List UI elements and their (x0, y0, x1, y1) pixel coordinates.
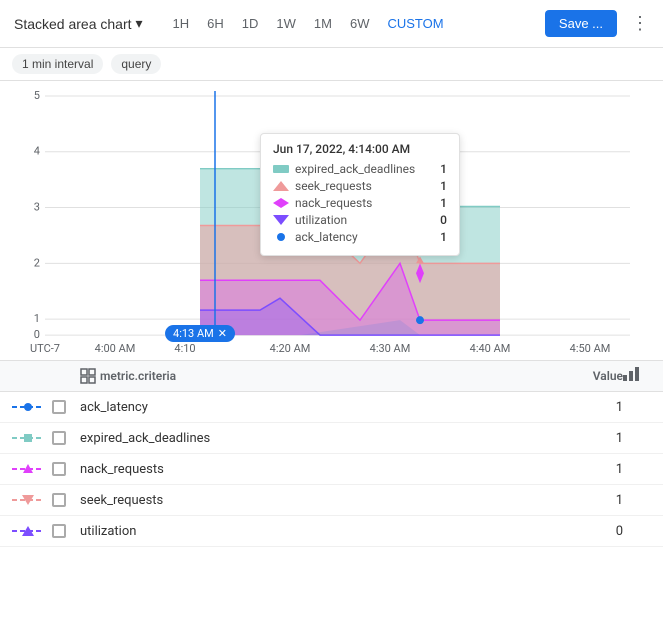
row-checkbox-ack-latency[interactable] (52, 400, 80, 414)
chart-title: Stacked area chart (14, 16, 132, 32)
tooltip-label-expired: expired_ack_deadlines (295, 162, 434, 176)
row-icon-expired (12, 430, 52, 446)
tooltip-row-3: utilization 0 (273, 213, 447, 227)
metrics-table: ack_latency 1 expired_ack_deadlines 1 (0, 392, 663, 547)
tooltip-label-utilization: utilization (295, 213, 434, 227)
crosshair-time-label: 4:13 AM (173, 327, 214, 340)
checkbox-outline (52, 524, 66, 538)
row-checkbox-nack[interactable] (52, 462, 80, 476)
tooltip-row-0: expired_ack_deadlines 1 (273, 162, 447, 176)
time-btn-1d[interactable]: 1D (234, 12, 267, 35)
interval-pill[interactable]: 1 min interval (12, 54, 103, 74)
close-crosshair-icon[interactable]: ✕ (218, 327, 227, 340)
row-value-expired: 1 (563, 431, 623, 446)
time-btn-6h[interactable]: 6H (199, 12, 232, 35)
table-row[interactable]: nack_requests 1 (0, 454, 663, 485)
nack-legend-icon (12, 461, 44, 477)
svg-text:4:20 AM: 4:20 AM (270, 342, 311, 355)
more-options-button[interactable]: ⋮ (625, 9, 655, 38)
checkbox-outline (52, 462, 66, 476)
row-value-seek: 1 (563, 493, 623, 508)
table-row[interactable]: seek_requests 1 (0, 485, 663, 516)
header: Stacked area chart ▾ 1H 6H 1D 1W 1M 6W C… (0, 0, 663, 48)
crosshair-time-badge: 4:13 AM ✕ (165, 325, 235, 342)
table-row[interactable]: expired_ack_deadlines 1 (0, 423, 663, 454)
chart-area[interactable]: 5 4 3 2 1 0 UTC-7 4:00 A (0, 81, 663, 361)
checkbox-outline (52, 400, 66, 414)
row-name-ack-latency: ack_latency (80, 400, 563, 415)
svg-text:UTC-7: UTC-7 (30, 342, 60, 355)
svg-text:0: 0 (34, 328, 40, 341)
tooltip-icon-ack (273, 232, 289, 242)
svg-text:2: 2 (34, 256, 40, 269)
svg-text:3: 3 (34, 201, 40, 214)
row-icon-ack-latency (12, 399, 52, 415)
dropdown-arrow-icon: ▾ (136, 15, 143, 32)
save-button[interactable]: Save ... (545, 10, 617, 37)
tooltip-icon-expired (273, 164, 289, 174)
tooltip-title: Jun 17, 2022, 4:14:00 AM (273, 142, 447, 156)
table-col-metric-header: metric.criteria (80, 368, 563, 384)
row-checkbox-seek[interactable] (52, 493, 80, 507)
tooltip-label-nack: nack_requests (295, 196, 434, 210)
tooltip-row-1: seek_requests 1 (273, 179, 447, 193)
row-name-nack: nack_requests (80, 462, 563, 477)
row-icon-nack (12, 461, 52, 477)
table-col-value-header: Value (563, 369, 623, 383)
checkbox-outline (52, 493, 66, 507)
tooltip-row-4: ack_latency 1 (273, 230, 447, 244)
svg-text:4:00 AM: 4:00 AM (95, 342, 136, 355)
table-header: metric.criteria Value (0, 361, 663, 392)
tooltip-val-nack: 1 (440, 196, 447, 210)
subheader: 1 min interval query (0, 48, 663, 81)
row-value-utilization: 0 (563, 524, 623, 539)
query-pill[interactable]: query (111, 54, 161, 74)
svg-text:4: 4 (34, 145, 40, 158)
tooltip-label-ack: ack_latency (295, 230, 434, 244)
tooltip-label-seek: seek_requests (295, 179, 434, 193)
time-btn-1m[interactable]: 1M (306, 12, 340, 35)
expired-legend-icon (12, 430, 44, 446)
utilization-legend-icon (12, 523, 44, 539)
time-range-buttons: 1H 6H 1D 1W 1M 6W CUSTOM (165, 12, 452, 35)
row-checkbox-utilization[interactable] (52, 524, 80, 538)
ack-latency-legend-icon (12, 399, 44, 415)
time-btn-1h[interactable]: 1H (165, 12, 198, 35)
checkbox-outline (52, 431, 66, 445)
time-btn-6w[interactable]: 6W (342, 12, 378, 35)
chart-type-dropdown[interactable]: Stacked area chart ▾ (8, 11, 149, 36)
svg-text:4:50 AM: 4:50 AM (570, 342, 611, 355)
row-checkbox-expired[interactable] (52, 431, 80, 445)
row-value-ack-latency: 1 (563, 400, 623, 415)
tooltip-val-expired: 1 (440, 162, 447, 176)
row-name-seek: seek_requests (80, 493, 563, 508)
seek-legend-icon (12, 492, 44, 508)
svg-text:4:30 AM: 4:30 AM (370, 342, 411, 355)
svg-text:5: 5 (34, 89, 40, 102)
bars-icon (623, 367, 641, 381)
tooltip-icon-nack (273, 198, 289, 208)
tooltip-icon-seek (273, 181, 289, 191)
table-row[interactable]: ack_latency 1 (0, 392, 663, 423)
tooltip-val-utilization: 0 (440, 213, 447, 227)
tooltip-val-seek: 1 (440, 179, 447, 193)
time-btn-1w[interactable]: 1W (268, 12, 304, 35)
time-btn-custom[interactable]: CUSTOM (379, 12, 451, 35)
row-value-nack: 1 (563, 462, 623, 477)
row-name-expired: expired_ack_deadlines (80, 431, 563, 446)
row-icon-utilization (12, 523, 52, 539)
row-icon-seek (12, 492, 52, 508)
tooltip-icon-utilization (273, 215, 289, 225)
metric-header-label: metric.criteria (100, 369, 176, 383)
row-name-utilization: utilization (80, 524, 563, 539)
metric-criteria-icon (80, 368, 96, 384)
tooltip-row-2: nack_requests 1 (273, 196, 447, 210)
svg-text:1: 1 (34, 312, 40, 325)
table-col-bars-header (623, 367, 651, 385)
svg-text:4:40 AM: 4:40 AM (470, 342, 511, 355)
svg-text:4:10: 4:10 (174, 342, 195, 355)
tooltip-val-ack: 1 (440, 230, 447, 244)
table-row[interactable]: utilization 0 (0, 516, 663, 547)
chart-tooltip: Jun 17, 2022, 4:14:00 AM expired_ack_dea… (260, 133, 460, 256)
